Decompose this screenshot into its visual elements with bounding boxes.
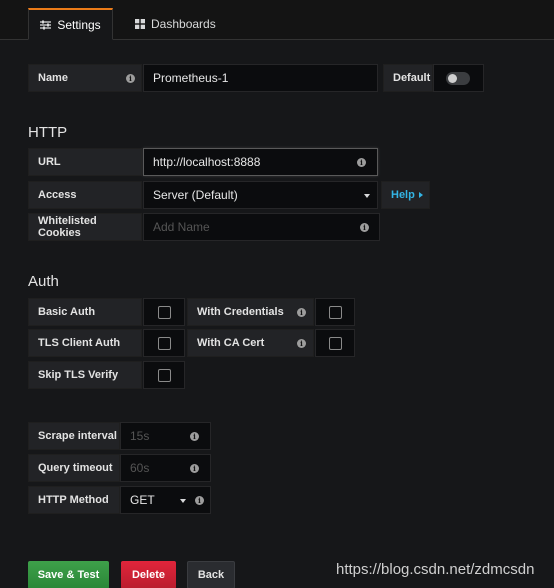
checkbox-box	[158, 369, 171, 382]
info-icon[interactable]: i	[190, 464, 199, 473]
grid-icon	[135, 19, 145, 29]
info-icon[interactable]: i	[357, 158, 366, 167]
checkbox-box	[158, 306, 171, 319]
chevron-down-icon[interactable]	[364, 194, 370, 198]
default-toggle-container	[433, 64, 484, 92]
toggle-knob	[448, 74, 457, 83]
url-input[interactable]: http://localhost:8888	[143, 148, 378, 176]
back-button[interactable]: Back	[187, 561, 235, 588]
help-link[interactable]: Help	[381, 181, 430, 209]
save-test-button[interactable]: Save & Test	[28, 561, 109, 588]
caret-right-icon	[418, 192, 423, 198]
auth-section-title: Auth	[28, 273, 59, 290]
info-icon[interactable]: i	[297, 308, 306, 317]
url-label: URL	[28, 148, 142, 176]
watermark: https://blog.csdn.net/zdmcsdn	[336, 561, 535, 578]
checkbox-box	[329, 337, 342, 350]
scrape-interval-label: Scrape interval	[28, 422, 120, 450]
skip-tls-verify-checkbox[interactable]	[143, 361, 185, 389]
access-label: Access	[28, 181, 142, 209]
default-label: Default	[383, 64, 433, 92]
with-credentials-checkbox[interactable]	[315, 298, 355, 326]
whitelisted-cookies-input[interactable]: Add Name	[143, 213, 380, 241]
tab-settings[interactable]: Settings	[28, 8, 113, 40]
delete-button[interactable]: Delete	[121, 561, 176, 588]
chevron-down-icon[interactable]	[180, 499, 186, 503]
default-toggle[interactable]	[446, 72, 470, 85]
http-section-title: HTTP	[28, 124, 68, 141]
access-select[interactable]: Server (Default)	[143, 181, 378, 209]
tab-dashboards[interactable]: Dashboards	[127, 8, 224, 40]
info-icon[interactable]: i	[360, 223, 369, 232]
tab-dashboards-label: Dashboards	[151, 17, 216, 31]
with-credentials-label: With Credentials	[187, 298, 314, 326]
checkbox-box	[329, 306, 342, 319]
tab-bar: Settings Dashboards	[0, 0, 554, 40]
info-icon[interactable]: i	[190, 432, 199, 441]
name-input[interactable]: Prometheus-1	[143, 64, 378, 92]
sliders-icon	[40, 20, 52, 30]
tls-client-auth-label: TLS Client Auth	[28, 329, 142, 357]
name-label: Name	[28, 64, 142, 92]
tls-client-auth-checkbox[interactable]	[143, 329, 185, 357]
with-ca-cert-label: With CA Cert	[187, 329, 314, 357]
whitelisted-cookies-label: Whitelisted Cookies	[28, 213, 142, 241]
query-timeout-label: Query timeout	[28, 454, 120, 482]
checkbox-box	[158, 337, 171, 350]
with-ca-cert-checkbox[interactable]	[315, 329, 355, 357]
info-icon[interactable]: i	[195, 496, 204, 505]
info-icon[interactable]: i	[126, 74, 135, 83]
tab-settings-label: Settings	[57, 17, 101, 32]
skip-tls-verify-label: Skip TLS Verify	[28, 361, 142, 389]
info-icon[interactable]: i	[297, 339, 306, 348]
basic-auth-label: Basic Auth	[28, 298, 142, 326]
http-method-label: HTTP Method	[28, 486, 120, 514]
basic-auth-checkbox[interactable]	[143, 298, 185, 326]
